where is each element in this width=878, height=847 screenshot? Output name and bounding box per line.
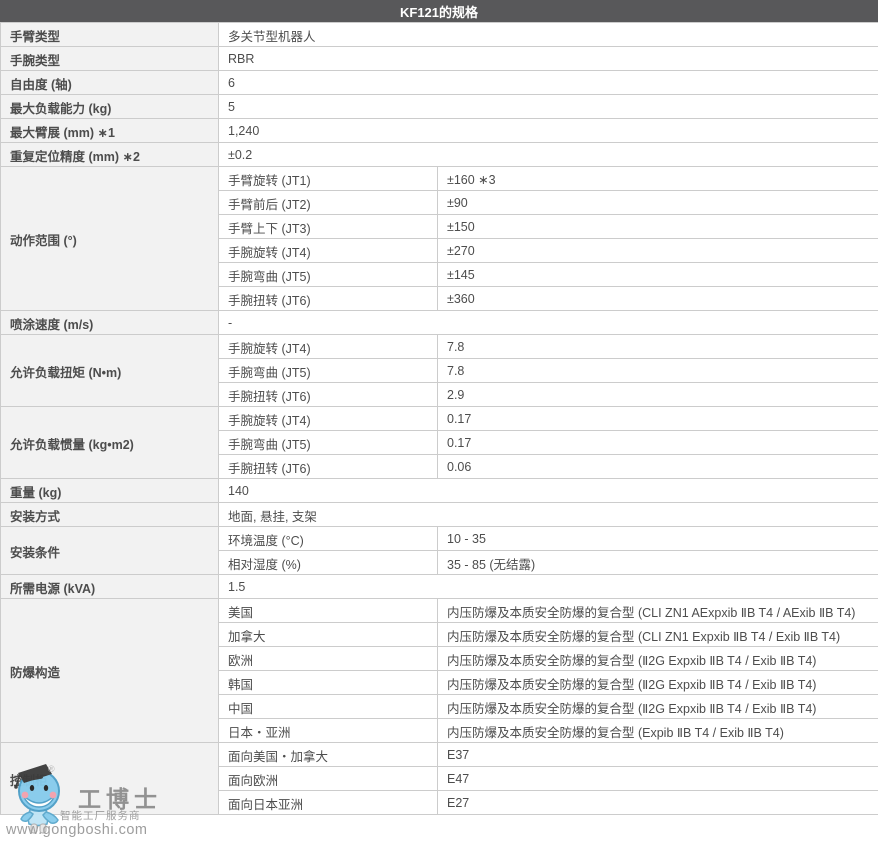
spec-value: ±0.2 [219, 143, 878, 167]
table-row: 喷涂速度 (m/s)- [1, 311, 878, 335]
spec-label: 安装条件 [1, 527, 219, 575]
spec-subname: 韩国 [219, 671, 438, 695]
spec-subname: 面向美国・加拿大 [219, 743, 438, 767]
spec-value: 内压防爆及本质安全防爆的复合型 (Ⅱ2G Expxib ⅡB T4 / Exib… [438, 647, 878, 671]
page-title: KF121的规格 [0, 0, 878, 22]
spec-subname: 日本・亚洲 [219, 719, 438, 743]
table-row: 允许负载惯量 (kg•m2)手腕旋转 (JT4)0.17 [1, 407, 878, 431]
spec-subname: 手腕弯曲 (JT5) [219, 359, 438, 383]
spec-label: 重量 (kg) [1, 479, 219, 503]
spec-value: 7.8 [438, 359, 878, 383]
spec-value: ±150 [438, 215, 878, 239]
spec-subname: 手腕旋转 (JT4) [219, 335, 438, 359]
table-row: 自由度 (轴)6 [1, 71, 878, 95]
watermark-url: www.gongboshi.com [6, 822, 148, 838]
spec-value: 2.9 [438, 383, 878, 407]
spec-subname: 手臂旋转 (JT1) [219, 167, 438, 191]
spec-label: 动作范围 (°) [1, 167, 219, 311]
spec-label: 防爆构造 [1, 599, 219, 743]
spec-label: 手臂类型 [1, 23, 219, 47]
spec-label: 最大负载能力 (kg) [1, 95, 219, 119]
spec-subname: 手臂前后 (JT2) [219, 191, 438, 215]
spec-value: 地面, 悬挂, 支架 [219, 503, 878, 527]
spec-value: E37 [438, 743, 878, 767]
table-row: 最大负载能力 (kg)5 [1, 95, 878, 119]
spec-page: KF121的规格 手臂类型多关节型机器人手腕类型RBR自由度 (轴)6最大负载能… [0, 0, 878, 847]
spec-value: 内压防爆及本质安全防爆的复合型 (Ⅱ2G Expxib ⅡB T4 / Exib… [438, 671, 878, 695]
table-row: 安装条件环境温度 (°C)10 - 35 [1, 527, 878, 551]
spec-subname: 加拿大 [219, 623, 438, 647]
spec-subname: 环境温度 (°C) [219, 527, 438, 551]
spec-value: ±90 [438, 191, 878, 215]
spec-value: 10 - 35 [438, 527, 878, 551]
spec-subname: 手腕弯曲 (JT5) [219, 263, 438, 287]
table-row: 所需电源 (kVA)1.5 [1, 575, 878, 599]
spec-value: 内压防爆及本质安全防爆的复合型 (Expib ⅡB T4 / Exib ⅡB T… [438, 719, 878, 743]
spec-subname: 中国 [219, 695, 438, 719]
spec-value: 内压防爆及本质安全防爆的复合型 (CLI ZN1 AExpxib ⅡB T4 /… [438, 599, 878, 623]
table-row: 手臂类型多关节型机器人 [1, 23, 878, 47]
table-row: 最大臂展 (mm) ∗11,240 [1, 119, 878, 143]
spec-label: 自由度 (轴) [1, 71, 219, 95]
table-row: 重量 (kg)140 [1, 479, 878, 503]
table-row: 动作范围 (°)手臂旋转 (JT1)±160 ∗3 [1, 167, 878, 191]
table-row: 手腕类型RBR [1, 47, 878, 71]
spec-value: ±360 [438, 287, 878, 311]
spec-subname: 面向日本亚洲 [219, 791, 438, 815]
spec-value: 140 [219, 479, 878, 503]
spec-subname: 手腕弯曲 (JT5) [219, 431, 438, 455]
spec-subname: 手腕扭转 (JT6) [219, 383, 438, 407]
spec-label: 最大臂展 (mm) ∗1 [1, 119, 219, 143]
spec-label: 喷涂速度 (m/s) [1, 311, 219, 335]
table-row: 重复定位精度 (mm) ∗2±0.2 [1, 143, 878, 167]
spec-value: 0.17 [438, 431, 878, 455]
spec-value: 内压防爆及本质安全防爆的复合型 (Ⅱ2G Expxib ⅡB T4 / Exib… [438, 695, 878, 719]
spec-label: 所需电源 (kVA) [1, 575, 219, 599]
spec-value: 6 [219, 71, 878, 95]
table-row: 防爆构造美国内压防爆及本质安全防爆的复合型 (CLI ZN1 AExpxib Ⅱ… [1, 599, 878, 623]
spec-value: RBR [219, 47, 878, 71]
spec-label: 安装方式 [1, 503, 219, 527]
spec-subname: 手臂上下 (JT3) [219, 215, 438, 239]
spec-value: E47 [438, 767, 878, 791]
spec-value: ±270 [438, 239, 878, 263]
spec-subname: 手腕扭转 (JT6) [219, 455, 438, 479]
spec-subname: 手腕扭转 (JT6) [219, 287, 438, 311]
spec-value: 0.17 [438, 407, 878, 431]
spec-label: 重复定位精度 (mm) ∗2 [1, 143, 219, 167]
spec-value: 1.5 [219, 575, 878, 599]
spec-value: 多关节型机器人 [219, 23, 878, 47]
spec-value: 0.06 [438, 455, 878, 479]
table-row: 安装方式地面, 悬挂, 支架 [1, 503, 878, 527]
spec-value: 内压防爆及本质安全防爆的复合型 (CLI ZN1 Expxib ⅡB T4 / … [438, 623, 878, 647]
table-row: 控制柜面向美国・加拿大E37 [1, 743, 878, 767]
spec-value: 1,240 [219, 119, 878, 143]
spec-subname: 手腕旋转 (JT4) [219, 239, 438, 263]
spec-value: ±145 [438, 263, 878, 287]
spec-label: 允许负载惯量 (kg•m2) [1, 407, 219, 479]
spec-value: 7.8 [438, 335, 878, 359]
spec-table: 手臂类型多关节型机器人手腕类型RBR自由度 (轴)6最大负载能力 (kg)5最大… [0, 22, 878, 815]
spec-table-body: 手臂类型多关节型机器人手腕类型RBR自由度 (轴)6最大负载能力 (kg)5最大… [1, 23, 878, 815]
spec-subname: 手腕旋转 (JT4) [219, 407, 438, 431]
spec-value: 35 - 85 (无结露) [438, 551, 878, 575]
spec-value: 5 [219, 95, 878, 119]
spec-subname: 相对湿度 (%) [219, 551, 438, 575]
spec-subname: 欧洲 [219, 647, 438, 671]
spec-label: 允许负载扭矩 (N•m) [1, 335, 219, 407]
spec-value: - [219, 311, 878, 335]
spec-label: 手腕类型 [1, 47, 219, 71]
spec-value: E27 [438, 791, 878, 815]
table-row: 允许负载扭矩 (N•m)手腕旋转 (JT4)7.8 [1, 335, 878, 359]
spec-value: ±160 ∗3 [438, 167, 878, 191]
spec-subname: 美国 [219, 599, 438, 623]
spec-label: 控制柜 [1, 743, 219, 815]
spec-subname: 面向欧洲 [219, 767, 438, 791]
